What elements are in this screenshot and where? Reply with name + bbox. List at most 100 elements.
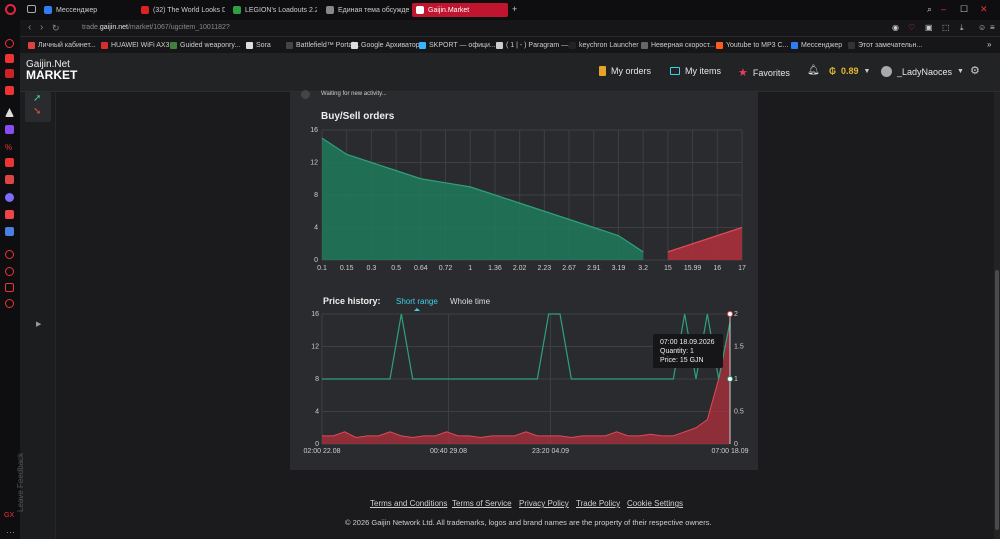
browser-tab[interactable]: (32) The World Looks D (137, 3, 225, 17)
x-tick-label: 15 (664, 265, 672, 272)
menu-icon[interactable]: ≡ (990, 23, 995, 32)
tab-favicon-icon (44, 6, 52, 14)
footer-link[interactable]: Terms and Conditions (370, 499, 447, 508)
profile-icon[interactable]: ☺ (978, 23, 986, 32)
sidebar-history-icon[interactable] (5, 250, 14, 259)
sidebar-messenger-icon[interactable] (5, 69, 14, 78)
bookmark-item[interactable]: ( 1 | - ) Paragram —... (496, 40, 574, 50)
bookmark-favicon-icon (101, 41, 108, 49)
sidebar-blue-icon[interactable] (5, 227, 14, 236)
bookmark-favicon-icon (246, 41, 253, 49)
sell-arrow-icon[interactable]: ➘ (33, 106, 41, 117)
forward-icon[interactable]: › (40, 22, 43, 33)
chevron-down-icon: ▼ (957, 68, 964, 75)
my-orders-link[interactable]: My orders (599, 66, 651, 76)
y2-tick-label: 0.5 (734, 409, 744, 416)
bookmark-item[interactable]: HUAWEI WiFi AX3 (101, 40, 169, 50)
tab-short-range[interactable]: Short range (396, 297, 438, 311)
buy-sell-orders-chart[interactable]: 16 12 8 4 00.1 0.15 0.3 0.5 0.64 0.72 1 1.36 2.02 2.2… (290, 120, 758, 280)
bookmark-item[interactable]: SKPORT — офици... (419, 40, 496, 50)
bookmark-item[interactable]: Sora (246, 40, 271, 50)
reload-icon[interactable]: ↻ (52, 23, 60, 34)
tab-workspaces-icon[interactable] (27, 5, 36, 13)
settings-gear-icon[interactable]: ⚙ (970, 64, 980, 77)
sidebar-gx-icon[interactable] (5, 86, 14, 95)
close-window-icon[interactable]: ✕ (980, 4, 988, 15)
download-icon[interactable]: ⤓ (960, 23, 964, 33)
extensions-icon[interactable]: ⬚ (942, 23, 950, 32)
expand-panel-icon[interactable]: ▶ (36, 320, 41, 328)
bookmarks-more-icon[interactable]: » (987, 40, 991, 49)
sidebar-box-icon[interactable] (5, 283, 14, 292)
minimize-icon[interactable]: – (941, 4, 946, 14)
y-tick-label: 16 (311, 311, 319, 318)
notification-bell-icon[interactable]: 🔔︎ (807, 65, 820, 76)
footer-link[interactable]: Terms of Service (452, 499, 512, 508)
balance-dropdown[interactable]: ₲ 0.89 ▼ (829, 66, 870, 76)
bookmark-item[interactable]: Неверная скорост... (641, 40, 715, 50)
tab-favicon-icon (326, 6, 334, 14)
x-tick-label: 1.36 (488, 265, 502, 272)
bookmark-item[interactable]: Guided weaponry... (170, 40, 240, 50)
sidebar-speed-dial-icon[interactable] (5, 39, 14, 48)
sidebar-more-icon[interactable]: ⋯ (6, 527, 15, 538)
bookmark-item[interactable]: Youtube to MP3 C... (716, 40, 788, 50)
browser-tab[interactable]: Единая тема обсуждения (322, 3, 409, 17)
tab-whole-time[interactable]: Whole time (450, 297, 490, 306)
scrollbar-thumb[interactable] (995, 270, 999, 530)
price-history-title: Price history: (323, 296, 381, 306)
sidebar-clock-icon[interactable] (5, 267, 14, 276)
y-tick-label: 4 (315, 409, 319, 416)
bookmark-item[interactable]: Google Архиватор (351, 40, 420, 50)
bookmark-item[interactable]: Этот замечательн... (848, 40, 922, 50)
market-logo[interactable]: Gaijin.Net MARKET (26, 59, 77, 81)
sidebar-aria-icon[interactable] (5, 54, 14, 63)
camera-icon[interactable]: ◉ (892, 23, 899, 32)
browser-tab[interactable]: LEGION's Loadouts 2.26 - (229, 3, 317, 17)
sidebar-purple-icon[interactable] (5, 193, 14, 202)
x-tick-label: 07:00 18.09 (712, 448, 749, 455)
activity-status-text: Waiting for new activity... (321, 91, 387, 97)
price-history-chart[interactable]: 161284021.510.5002:00 22.08 00:40 29.08 23… (290, 306, 758, 456)
x-tick-label: 23:20 04.09 (532, 448, 569, 455)
x-tick-label: 0.1 (317, 265, 327, 272)
bookmark-item[interactable]: Мессенджер (791, 40, 842, 50)
bookmark-item[interactable]: Battlefield™ Portal... (286, 40, 360, 50)
y-tick-label: 8 (315, 376, 319, 383)
bookmark-favicon-icon (848, 41, 855, 49)
heart-icon[interactable]: ♡ (908, 23, 915, 32)
screenshot-icon[interactable]: ▣ (925, 23, 933, 32)
leave-feedback-button[interactable]: Leave Feedback (16, 453, 25, 512)
bookmark-item[interactable]: keychron Launcher (569, 40, 639, 50)
bookmark-item[interactable]: Личный кабинет... (28, 40, 96, 50)
y2-tick-label: 1 (734, 376, 738, 383)
footer-link[interactable]: Trade Policy (576, 499, 620, 508)
buy-arrow-icon[interactable]: ➚ (33, 93, 41, 104)
footer-link[interactable]: Privacy Policy (519, 499, 569, 508)
browser-tab[interactable]: Gaijin.Market (412, 3, 508, 17)
sidebar-game-icon[interactable] (5, 175, 14, 184)
browser-tab[interactable]: Мессенджер (40, 3, 130, 17)
bookmark-favicon-icon (286, 41, 293, 49)
opera-logo-icon[interactable] (5, 4, 16, 15)
favorites-link[interactable]: ★ Favorites (738, 66, 790, 79)
sidebar-percent-icon[interactable]: % (5, 143, 14, 152)
user-dropdown[interactable]: _LadyNaoces ▼ (881, 66, 964, 77)
maximize-icon[interactable]: ☐ (960, 4, 968, 15)
sidebar-twitch-icon[interactable] (5, 125, 14, 134)
footer-link[interactable]: Cookie Settings (627, 499, 683, 508)
avatar (881, 66, 892, 77)
my-items-link[interactable]: My items (670, 66, 721, 76)
back-icon[interactable]: ‹ (28, 22, 31, 33)
search-tabs-icon[interactable]: ⌕ (927, 4, 932, 15)
bookmark-favicon-icon (496, 41, 503, 49)
activity-indicator-icon (301, 90, 310, 99)
copyright-text: © 2026 Gaijin Network Ltd. All trademark… (345, 518, 712, 527)
gjn-coin-icon: ₲ (829, 66, 837, 76)
new-tab-button[interactable]: + (512, 4, 517, 14)
url-field[interactable]: trade.gaijin.net/market/1067/ugcitem_100… (82, 24, 230, 31)
sidebar-red-icon[interactable] (5, 158, 14, 167)
sidebar-vk-icon[interactable] (5, 210, 14, 219)
sidebar-arrow-icon[interactable] (5, 108, 14, 117)
sidebar-settings-icon[interactable] (5, 299, 14, 308)
